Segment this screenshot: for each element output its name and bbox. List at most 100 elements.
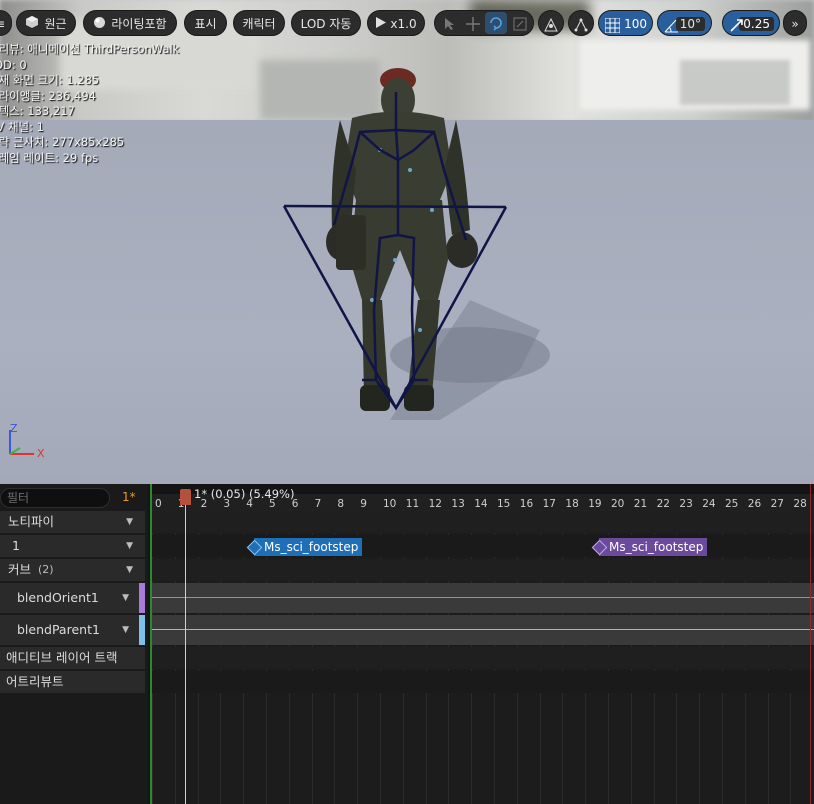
lane-notifies bbox=[150, 511, 814, 533]
grid-snap-value: 100 bbox=[624, 17, 647, 31]
lit-mode-button[interactable]: 라이팅포함 bbox=[83, 10, 177, 36]
notify-label: Ms_sci_footstep bbox=[609, 540, 704, 554]
ruler-tick-label: 19 bbox=[588, 498, 602, 510]
chevron-down-icon[interactable]: ▼ bbox=[126, 535, 133, 557]
track-blend-parent1-label: blendParent1 bbox=[17, 622, 100, 637]
stat-approx-size: 대략 근사치: 277x85x285 bbox=[0, 135, 125, 149]
stat-lod: LOD: 0 bbox=[0, 57, 27, 72]
track-additive-layer-label: 애디티브 레이어 트랙 bbox=[6, 650, 118, 665]
stat-framerate: 프레임 레이트: 29 fps bbox=[0, 150, 99, 165]
scale-snap-button[interactable]: 0.25 bbox=[722, 10, 780, 36]
select-icon[interactable] bbox=[443, 16, 457, 35]
more-options-button[interactable]: » bbox=[783, 10, 807, 36]
ruler-tick-label: 26 bbox=[747, 498, 762, 510]
track-additive-layer[interactable]: 애디티브 레이어 트랙 bbox=[0, 647, 145, 669]
end-marker bbox=[810, 484, 811, 804]
grid-icon bbox=[604, 16, 621, 42]
viewport-toolbar: ≡ 원근 라이팅포함 표시 캐릭터 LOD 자동 x1.0 100 10° 0.… bbox=[0, 10, 814, 38]
notify-footstep-2[interactable]: Ms_sci_footstep bbox=[591, 538, 708, 556]
track-notify-1-label: 1 bbox=[12, 538, 20, 553]
ruler-tick-label: 27 bbox=[770, 498, 784, 510]
surface-snap-button[interactable] bbox=[568, 10, 594, 36]
ruler-tick-label: 9 bbox=[360, 498, 367, 510]
angle-snap-value: 10° bbox=[675, 17, 705, 31]
ruler-tick-label: 20 bbox=[611, 498, 625, 510]
current-frame-short: 1* bbox=[122, 490, 136, 504]
show-button[interactable]: 표시 bbox=[184, 10, 227, 36]
track-curves-label: 커브 bbox=[8, 562, 32, 577]
sphere-icon bbox=[93, 12, 106, 38]
notify-footstep-1[interactable]: Ms_sci_footstep bbox=[246, 538, 363, 556]
chevron-down-icon[interactable]: ▼ bbox=[126, 559, 133, 581]
track-notifies-label: 노티파이 bbox=[8, 514, 55, 529]
timeline-area[interactable]: 0123456789101112131415161718192021222324… bbox=[150, 484, 814, 804]
scale-icon[interactable] bbox=[513, 16, 527, 35]
ruler-tick-label: 7 bbox=[314, 498, 322, 510]
angle-snap-button[interactable]: 10° bbox=[657, 10, 712, 36]
chevron-right-icon: » bbox=[791, 17, 799, 31]
character-button[interactable]: 캐릭터 bbox=[233, 10, 285, 36]
ruler-tick-label: 25 bbox=[725, 498, 739, 510]
ruler-tick-label: 16 bbox=[519, 498, 534, 510]
ruler-tick-label: 18 bbox=[565, 498, 579, 510]
filter-input[interactable]: 필터 bbox=[0, 488, 110, 508]
snap-icon bbox=[573, 17, 589, 31]
track-attributes[interactable]: 어트리뷰트 bbox=[0, 671, 145, 693]
stat-uv-channels: UV 채널: 1 bbox=[0, 119, 44, 134]
viewport[interactable]: ≡ 원근 라이팅포함 표시 캐릭터 LOD 자동 x1.0 100 10° 0.… bbox=[0, 0, 814, 484]
playhead-line bbox=[185, 494, 186, 804]
stat-triangles: 트라이앵글: 236,494 bbox=[0, 88, 96, 103]
transform-tools-group bbox=[434, 10, 534, 36]
translate-icon[interactable] bbox=[466, 16, 480, 35]
ruler-tick-label: 8 bbox=[337, 498, 345, 510]
track-blend-parent1[interactable]: blendParent1 ▼ bbox=[0, 615, 145, 645]
lane-blend-orient1[interactable] bbox=[150, 583, 814, 613]
grid-snap-button[interactable]: 100 bbox=[598, 10, 653, 36]
chevron-down-icon[interactable]: ▼ bbox=[122, 615, 129, 645]
viewport-stats: 미리뷰: 애니메이션 ThirdPersonWalk LOD: 0 현재 화면 … bbox=[0, 42, 179, 166]
playhead-frame-label: 1* (0.05) (5.49%) bbox=[194, 487, 295, 501]
track-list: 필터 1* 노티파이 ▼ 1 ▼ 커브 (2) ▼ blendOrient1 ▼… bbox=[0, 484, 148, 804]
scale-snap-icon bbox=[729, 16, 744, 42]
lod-label: LOD 자동 bbox=[300, 17, 352, 31]
stat-preview-animation: 미리뷰: 애니메이션 ThirdPersonWalk bbox=[0, 42, 180, 56]
world-local-button[interactable] bbox=[538, 10, 564, 36]
perspective-button[interactable]: 원근 bbox=[16, 10, 76, 36]
track-curves[interactable]: 커브 (2) ▼ bbox=[0, 559, 145, 581]
playback-speed-button[interactable]: x1.0 bbox=[367, 10, 425, 36]
perspective-label: 원근 bbox=[44, 17, 67, 31]
lane-blend-parent1[interactable] bbox=[150, 615, 814, 645]
cube-icon bbox=[25, 12, 39, 38]
track-notifies[interactable]: 노티파이 ▼ bbox=[0, 511, 145, 533]
lane-curves bbox=[150, 559, 814, 581]
chevron-down-icon[interactable]: ▼ bbox=[126, 511, 133, 533]
chevron-down-icon[interactable]: ▼ bbox=[122, 583, 129, 613]
stat-screen-size: 현재 화면 크기: 1.285 bbox=[0, 73, 100, 87]
ruler-tick-label: 23 bbox=[679, 498, 693, 510]
track-curves-count: (2) bbox=[38, 563, 54, 576]
character-label: 캐릭터 bbox=[242, 17, 276, 31]
menu-icon: ≡ bbox=[0, 17, 5, 31]
globe-icon bbox=[543, 17, 559, 31]
ruler-tick-label: 13 bbox=[451, 498, 465, 510]
angle-icon bbox=[664, 16, 679, 42]
lod-button[interactable]: LOD 자동 bbox=[291, 10, 361, 36]
axis-gizmo: Z X bbox=[9, 422, 45, 460]
scale-snap-value: 0.25 bbox=[739, 17, 774, 31]
playhead-handle[interactable] bbox=[180, 489, 191, 505]
track-blend-orient1[interactable]: blendOrient1 ▼ bbox=[0, 583, 145, 613]
ruler-tick-label: 24 bbox=[702, 498, 716, 510]
curve-color-swatch bbox=[139, 583, 145, 613]
rotate-icon[interactable] bbox=[485, 12, 507, 34]
viewport-menu-button[interactable]: ≡ bbox=[0, 10, 12, 36]
start-marker bbox=[150, 484, 152, 804]
lane-attributes bbox=[150, 671, 814, 693]
animation-sequence-editor: 필터 1* 노티파이 ▼ 1 ▼ 커브 (2) ▼ blendOrient1 ▼… bbox=[0, 484, 814, 804]
ruler-tick-label: 21 bbox=[633, 498, 648, 510]
curve-line-blend-parent1 bbox=[150, 629, 814, 630]
ruler-tick-label: 14 bbox=[474, 498, 488, 510]
track-blend-orient1-label: blendOrient1 bbox=[17, 590, 99, 605]
ruler-tick-label: 12 bbox=[428, 498, 442, 510]
play-icon bbox=[375, 12, 387, 38]
track-notify-1[interactable]: 1 ▼ bbox=[0, 535, 145, 557]
